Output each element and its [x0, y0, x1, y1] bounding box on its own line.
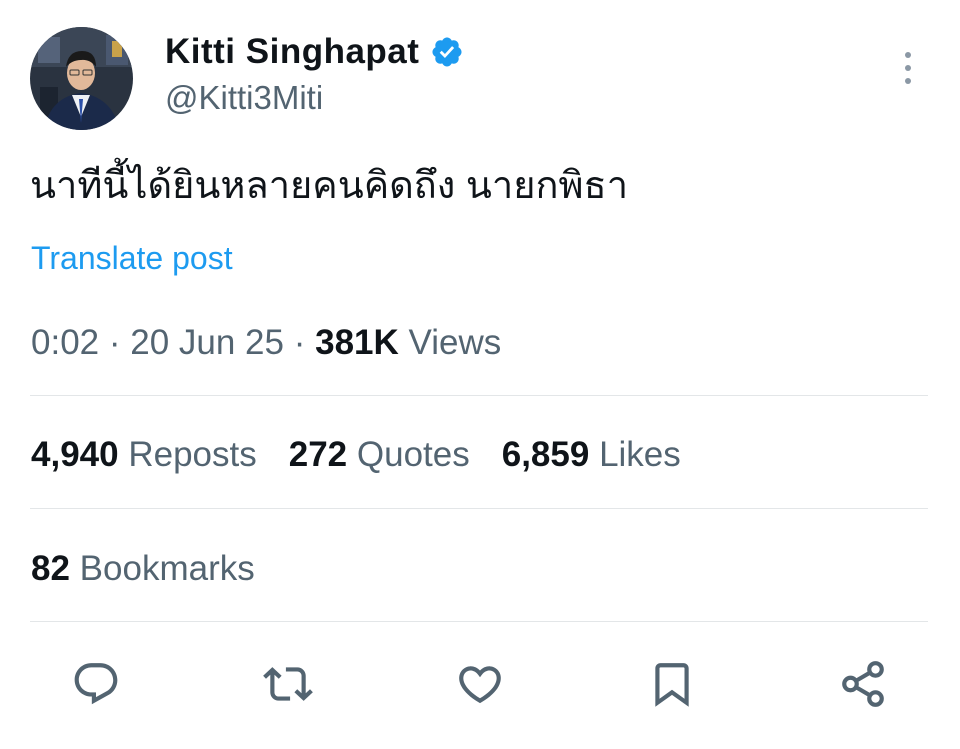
repost-button[interactable] — [262, 658, 314, 710]
reply-icon — [74, 663, 118, 705]
divider — [30, 508, 928, 509]
meta-separator: · — [293, 323, 306, 362]
verified-badge-icon — [432, 37, 462, 67]
reposts-count: 4,940 — [31, 435, 119, 474]
author-handle[interactable]: @Kitti3Miti — [165, 78, 323, 118]
quotes-count: 272 — [288, 435, 348, 474]
author-display-name[interactable]: Kitti Singhapat — [165, 30, 419, 74]
more-options-icon[interactable] — [898, 50, 918, 86]
bookmarks-stat[interactable]: 82 Bookmarks — [31, 548, 255, 590]
reply-button[interactable] — [70, 658, 122, 710]
post-meta: 0:02 · 20 Jun 25 · 381K Views — [31, 322, 501, 364]
repost-icon — [263, 667, 313, 701]
bookmark-icon — [655, 663, 689, 707]
post-date[interactable]: 20 Jun 25 — [130, 323, 284, 362]
engagement-stats: 4,940 Reposts 272 Quotes 6,859 Likes — [31, 434, 713, 476]
share-icon — [842, 661, 884, 707]
divider — [30, 395, 928, 396]
likes-label: Likes — [599, 435, 681, 474]
reposts-label: Reposts — [128, 435, 257, 474]
bookmark-button[interactable] — [646, 658, 698, 710]
likes-stat[interactable]: 6,859 Likes — [502, 434, 681, 476]
post-time[interactable]: 0:02 — [31, 323, 99, 362]
avatar[interactable] — [30, 27, 133, 130]
views-label: Views — [408, 323, 502, 362]
divider — [30, 621, 928, 622]
bookmarks-label: Bookmarks — [79, 549, 255, 588]
share-button[interactable] — [837, 658, 889, 710]
reposts-stat[interactable]: 4,940 Reposts — [31, 434, 257, 476]
post-text: นาทีนี้ได้ยินหลายคนคิดถึง นายกพิธา — [30, 165, 629, 207]
quotes-label: Quotes — [356, 435, 470, 474]
like-button[interactable] — [454, 658, 506, 710]
views-count: 381K — [315, 323, 399, 362]
likes-count: 6,859 — [501, 435, 590, 474]
like-icon — [459, 666, 501, 704]
translate-post-link[interactable]: Translate post — [31, 239, 233, 277]
quotes-stat[interactable]: 272 Quotes — [289, 434, 470, 476]
meta-separator: · — [108, 323, 121, 362]
author-name-row: Kitti Singhapat — [165, 30, 464, 74]
bookmarks-count: 82 — [31, 549, 70, 588]
